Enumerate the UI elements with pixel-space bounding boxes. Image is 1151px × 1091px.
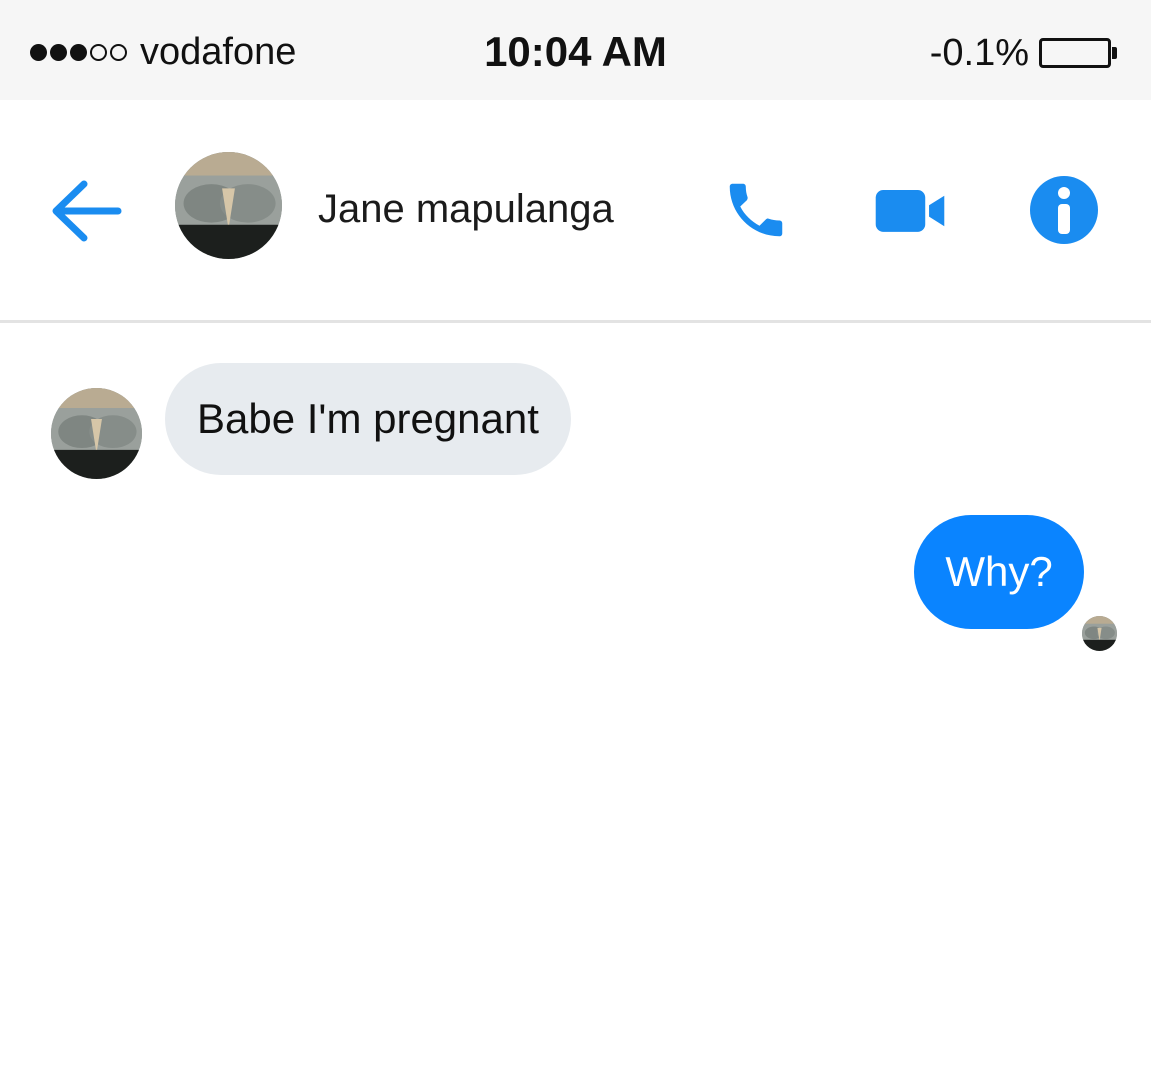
contact-avatar[interactable] xyxy=(175,152,282,259)
sender-avatar xyxy=(51,388,142,479)
info-icon xyxy=(1030,176,1098,244)
call-button[interactable] xyxy=(716,170,796,250)
read-receipt-avatar xyxy=(1082,616,1117,651)
phone-icon xyxy=(729,183,783,237)
incoming-message-bubble[interactable]: Babe I'm pregnant xyxy=(165,363,571,475)
battery-status: -0.1% xyxy=(930,30,1117,76)
message-thread: Babe I'm pregnant Why? xyxy=(0,323,1151,1091)
arrow-left-icon xyxy=(52,180,122,242)
video-camera-icon xyxy=(875,190,945,232)
battery-percent: -0.1% xyxy=(929,32,1029,74)
contact-name[interactable]: Jane mapulanga xyxy=(318,184,614,234)
info-button[interactable] xyxy=(1024,170,1104,250)
video-call-button[interactable] xyxy=(870,170,950,250)
status-bar: vodafone 10:04 AM -0.1% xyxy=(0,0,1151,100)
back-button[interactable] xyxy=(44,176,128,246)
outgoing-message-bubble[interactable]: Why? xyxy=(914,515,1084,629)
conversation-header: Jane mapulanga xyxy=(0,100,1151,323)
battery-tip xyxy=(1112,47,1117,59)
battery-icon xyxy=(1039,38,1111,68)
